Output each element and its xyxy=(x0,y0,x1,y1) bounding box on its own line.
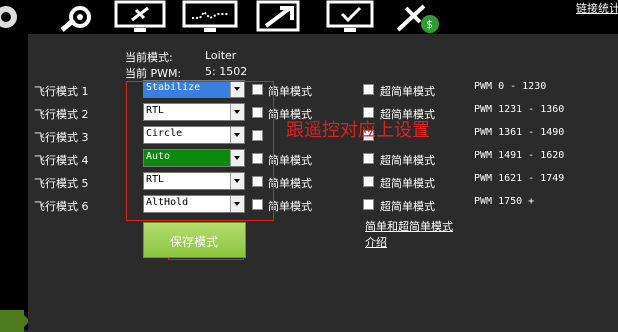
pwm-range-5: PWM 1621 - 1749 xyxy=(474,173,565,184)
annotation-box-combos xyxy=(126,81,274,221)
pwm-range-4: PWM 1491 - 1620 xyxy=(474,150,565,161)
mode-label-6: 飞行模式 6 xyxy=(34,200,89,213)
super-simple-checkbox-6[interactable] xyxy=(363,199,374,210)
mode-label-1: 飞行模式 1 xyxy=(34,85,89,98)
simple-mode-label-1: 简单模式 xyxy=(268,85,312,98)
sidebar-toggle[interactable] xyxy=(0,310,30,332)
mode-label-4: 飞行模式 4 xyxy=(34,154,89,167)
wrench-gear-icon[interactable] xyxy=(56,0,96,34)
super-simple-label-4: 超简单模式 xyxy=(380,154,435,167)
simple-mode-label-5: 简单模式 xyxy=(268,177,312,190)
super-simple-label-5: 超简单模式 xyxy=(380,177,435,190)
super-simple-checkbox-5[interactable] xyxy=(363,176,374,187)
monitor-chart-icon[interactable] xyxy=(182,0,238,34)
save-modes-button[interactable]: 保存模式 xyxy=(143,222,246,258)
svg-text:$: $ xyxy=(426,18,433,31)
pwm-range-1: PWM 0 - 1230 xyxy=(474,81,547,92)
gear-icon[interactable] xyxy=(0,0,22,34)
current-pwm-label: 当前 PWM: xyxy=(125,67,182,80)
help-link-line1[interactable]: 简单和超简单模式 xyxy=(365,218,453,234)
monitor-arrow-icon[interactable] xyxy=(256,0,306,34)
monitor-plane-icon[interactable] xyxy=(114,0,166,34)
pwm-range-3: PWM 1361 - 1490 xyxy=(474,127,565,138)
pwm-range-2: PWM 1231 - 1360 xyxy=(474,104,565,115)
annotation-text: 跟遥控对应上设置 xyxy=(286,120,430,141)
current-pwm-value: 5: 1502 xyxy=(205,65,248,78)
mode-label-5: 飞行模式 5 xyxy=(34,177,89,190)
super-simple-label-1: 超简单模式 xyxy=(380,85,435,98)
super-simple-checkbox-4[interactable] xyxy=(363,153,374,164)
pwm-range-6: PWM 1750 + xyxy=(474,196,535,207)
top-toolbar: $ 链接统计 xyxy=(0,0,618,34)
mode-label-3: 飞行模式 3 xyxy=(34,131,89,144)
simple-mode-label-4: 简单模式 xyxy=(268,154,312,167)
save-modes-label: 保存模式 xyxy=(170,235,219,249)
left-sidebar xyxy=(0,34,30,332)
plane-dollar-icon[interactable]: $ xyxy=(394,0,444,34)
flight-modes-panel: 当前模式: Loiter 当前 PWM: 5: 1502 飞行模式 1 Stabi… xyxy=(28,34,618,330)
super-simple-label-6: 超简单模式 xyxy=(380,200,435,213)
link-stats-link[interactable]: 链接统计 xyxy=(576,0,618,16)
current-mode-label: 当前模式: xyxy=(125,51,173,64)
simple-mode-label-6: 简单模式 xyxy=(268,200,312,213)
help-link-line2[interactable]: 介绍 xyxy=(365,234,453,250)
mode-label-2: 飞行模式 2 xyxy=(34,108,89,121)
help-link[interactable]: 简单和超简单模式 介绍 xyxy=(365,218,453,250)
current-mode-value: Loiter xyxy=(205,49,237,62)
monitor-check-icon[interactable] xyxy=(326,0,374,34)
super-simple-checkbox-1[interactable] xyxy=(363,84,374,95)
